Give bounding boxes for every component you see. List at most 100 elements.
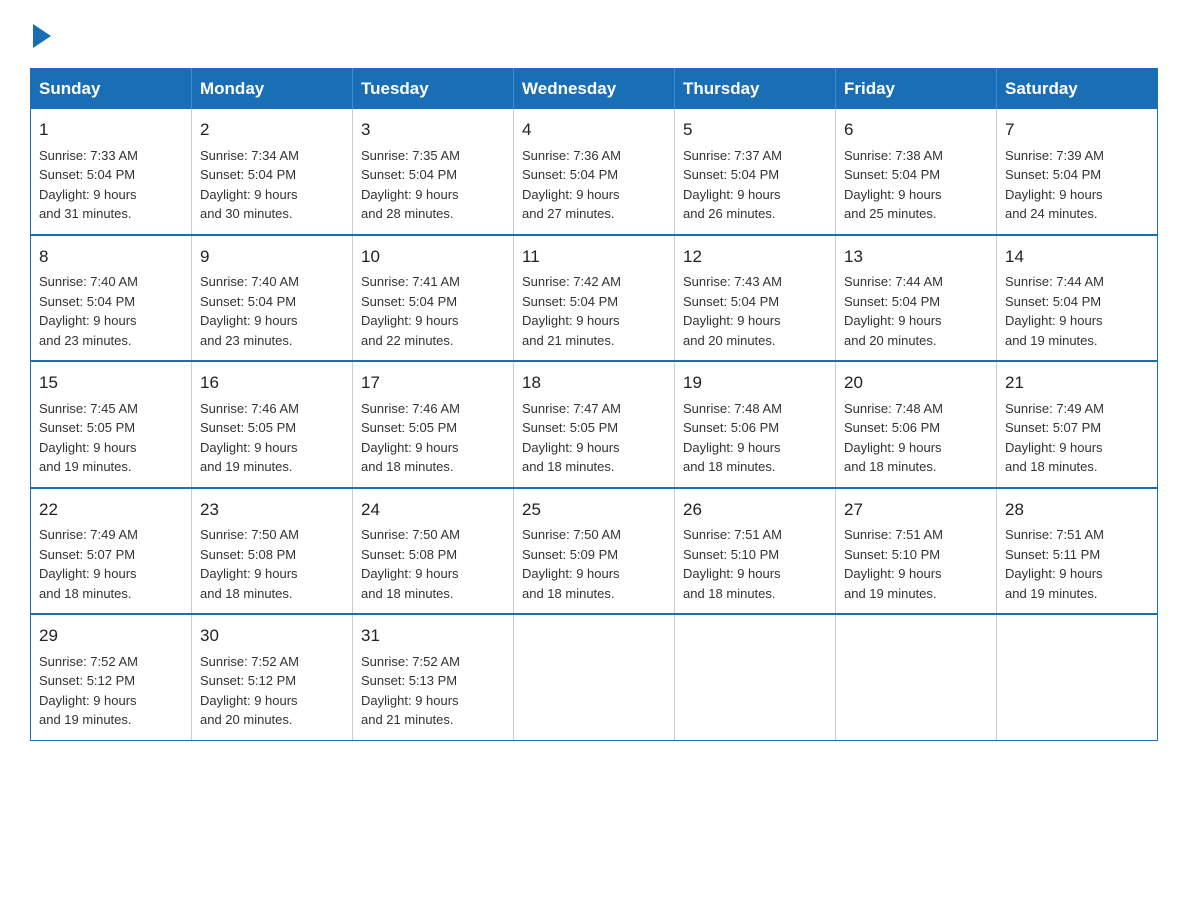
day-number: 10 — [361, 244, 505, 270]
col-header-monday: Monday — [192, 69, 353, 110]
day-number: 6 — [844, 117, 988, 143]
calendar-cell: 30 Sunrise: 7:52 AMSunset: 5:12 PMDaylig… — [192, 614, 353, 740]
day-info: Sunrise: 7:44 AMSunset: 5:04 PMDaylight:… — [1005, 272, 1149, 350]
logo — [30, 20, 54, 48]
calendar-table: SundayMondayTuesdayWednesdayThursdayFrid… — [30, 68, 1158, 741]
calendar-week-row: 15 Sunrise: 7:45 AMSunset: 5:05 PMDaylig… — [31, 361, 1158, 488]
day-number: 20 — [844, 370, 988, 396]
calendar-cell: 25 Sunrise: 7:50 AMSunset: 5:09 PMDaylig… — [514, 488, 675, 615]
day-info: Sunrise: 7:43 AMSunset: 5:04 PMDaylight:… — [683, 272, 827, 350]
day-info: Sunrise: 7:49 AMSunset: 5:07 PMDaylight:… — [1005, 399, 1149, 477]
calendar-cell: 14 Sunrise: 7:44 AMSunset: 5:04 PMDaylig… — [997, 235, 1158, 362]
day-number: 17 — [361, 370, 505, 396]
day-number: 5 — [683, 117, 827, 143]
day-info: Sunrise: 7:51 AMSunset: 5:10 PMDaylight:… — [683, 525, 827, 603]
col-header-sunday: Sunday — [31, 69, 192, 110]
col-header-saturday: Saturday — [997, 69, 1158, 110]
calendar-cell: 16 Sunrise: 7:46 AMSunset: 5:05 PMDaylig… — [192, 361, 353, 488]
day-info: Sunrise: 7:46 AMSunset: 5:05 PMDaylight:… — [200, 399, 344, 477]
day-info: Sunrise: 7:38 AMSunset: 5:04 PMDaylight:… — [844, 146, 988, 224]
day-info: Sunrise: 7:45 AMSunset: 5:05 PMDaylight:… — [39, 399, 183, 477]
calendar-cell: 24 Sunrise: 7:50 AMSunset: 5:08 PMDaylig… — [353, 488, 514, 615]
page-header — [30, 20, 1158, 48]
calendar-cell: 10 Sunrise: 7:41 AMSunset: 5:04 PMDaylig… — [353, 235, 514, 362]
day-number: 19 — [683, 370, 827, 396]
calendar-cell: 5 Sunrise: 7:37 AMSunset: 5:04 PMDayligh… — [675, 109, 836, 235]
day-info: Sunrise: 7:50 AMSunset: 5:08 PMDaylight:… — [200, 525, 344, 603]
day-number: 2 — [200, 117, 344, 143]
calendar-cell: 27 Sunrise: 7:51 AMSunset: 5:10 PMDaylig… — [836, 488, 997, 615]
day-number: 29 — [39, 623, 183, 649]
calendar-cell: 22 Sunrise: 7:49 AMSunset: 5:07 PMDaylig… — [31, 488, 192, 615]
day-info: Sunrise: 7:41 AMSunset: 5:04 PMDaylight:… — [361, 272, 505, 350]
calendar-cell: 21 Sunrise: 7:49 AMSunset: 5:07 PMDaylig… — [997, 361, 1158, 488]
day-number: 31 — [361, 623, 505, 649]
day-number: 16 — [200, 370, 344, 396]
day-number: 22 — [39, 497, 183, 523]
day-number: 18 — [522, 370, 666, 396]
day-info: Sunrise: 7:48 AMSunset: 5:06 PMDaylight:… — [683, 399, 827, 477]
calendar-cell: 11 Sunrise: 7:42 AMSunset: 5:04 PMDaylig… — [514, 235, 675, 362]
calendar-cell: 20 Sunrise: 7:48 AMSunset: 5:06 PMDaylig… — [836, 361, 997, 488]
calendar-cell: 29 Sunrise: 7:52 AMSunset: 5:12 PMDaylig… — [31, 614, 192, 740]
calendar-cell: 28 Sunrise: 7:51 AMSunset: 5:11 PMDaylig… — [997, 488, 1158, 615]
day-number: 24 — [361, 497, 505, 523]
day-number: 21 — [1005, 370, 1149, 396]
day-info: Sunrise: 7:48 AMSunset: 5:06 PMDaylight:… — [844, 399, 988, 477]
day-number: 23 — [200, 497, 344, 523]
logo-line1 — [30, 20, 54, 48]
logo-triangle-icon — [33, 24, 51, 48]
day-number: 8 — [39, 244, 183, 270]
day-number: 15 — [39, 370, 183, 396]
calendar-cell: 19 Sunrise: 7:48 AMSunset: 5:06 PMDaylig… — [675, 361, 836, 488]
day-info: Sunrise: 7:39 AMSunset: 5:04 PMDaylight:… — [1005, 146, 1149, 224]
day-number: 12 — [683, 244, 827, 270]
day-number: 25 — [522, 497, 666, 523]
day-number: 4 — [522, 117, 666, 143]
day-info: Sunrise: 7:34 AMSunset: 5:04 PMDaylight:… — [200, 146, 344, 224]
day-number: 3 — [361, 117, 505, 143]
day-info: Sunrise: 7:50 AMSunset: 5:09 PMDaylight:… — [522, 525, 666, 603]
day-info: Sunrise: 7:52 AMSunset: 5:12 PMDaylight:… — [200, 652, 344, 730]
calendar-header-row: SundayMondayTuesdayWednesdayThursdayFrid… — [31, 69, 1158, 110]
day-info: Sunrise: 7:33 AMSunset: 5:04 PMDaylight:… — [39, 146, 183, 224]
day-info: Sunrise: 7:49 AMSunset: 5:07 PMDaylight:… — [39, 525, 183, 603]
day-number: 11 — [522, 244, 666, 270]
calendar-cell: 8 Sunrise: 7:40 AMSunset: 5:04 PMDayligh… — [31, 235, 192, 362]
col-header-wednesday: Wednesday — [514, 69, 675, 110]
day-info: Sunrise: 7:35 AMSunset: 5:04 PMDaylight:… — [361, 146, 505, 224]
calendar-cell: 7 Sunrise: 7:39 AMSunset: 5:04 PMDayligh… — [997, 109, 1158, 235]
day-number: 14 — [1005, 244, 1149, 270]
day-info: Sunrise: 7:51 AMSunset: 5:11 PMDaylight:… — [1005, 525, 1149, 603]
col-header-tuesday: Tuesday — [353, 69, 514, 110]
day-info: Sunrise: 7:37 AMSunset: 5:04 PMDaylight:… — [683, 146, 827, 224]
calendar-cell: 13 Sunrise: 7:44 AMSunset: 5:04 PMDaylig… — [836, 235, 997, 362]
calendar-cell: 1 Sunrise: 7:33 AMSunset: 5:04 PMDayligh… — [31, 109, 192, 235]
calendar-cell: 9 Sunrise: 7:40 AMSunset: 5:04 PMDayligh… — [192, 235, 353, 362]
calendar-week-row: 22 Sunrise: 7:49 AMSunset: 5:07 PMDaylig… — [31, 488, 1158, 615]
calendar-cell: 18 Sunrise: 7:47 AMSunset: 5:05 PMDaylig… — [514, 361, 675, 488]
col-header-friday: Friday — [836, 69, 997, 110]
calendar-cell: 6 Sunrise: 7:38 AMSunset: 5:04 PMDayligh… — [836, 109, 997, 235]
calendar-cell: 31 Sunrise: 7:52 AMSunset: 5:13 PMDaylig… — [353, 614, 514, 740]
day-info: Sunrise: 7:44 AMSunset: 5:04 PMDaylight:… — [844, 272, 988, 350]
calendar-cell — [514, 614, 675, 740]
calendar-cell: 2 Sunrise: 7:34 AMSunset: 5:04 PMDayligh… — [192, 109, 353, 235]
day-number: 13 — [844, 244, 988, 270]
day-info: Sunrise: 7:50 AMSunset: 5:08 PMDaylight:… — [361, 525, 505, 603]
calendar-cell — [675, 614, 836, 740]
calendar-cell — [997, 614, 1158, 740]
day-info: Sunrise: 7:52 AMSunset: 5:12 PMDaylight:… — [39, 652, 183, 730]
day-number: 9 — [200, 244, 344, 270]
calendar-cell: 17 Sunrise: 7:46 AMSunset: 5:05 PMDaylig… — [353, 361, 514, 488]
calendar-cell: 26 Sunrise: 7:51 AMSunset: 5:10 PMDaylig… — [675, 488, 836, 615]
day-number: 27 — [844, 497, 988, 523]
day-info: Sunrise: 7:47 AMSunset: 5:05 PMDaylight:… — [522, 399, 666, 477]
day-info: Sunrise: 7:52 AMSunset: 5:13 PMDaylight:… — [361, 652, 505, 730]
calendar-cell: 23 Sunrise: 7:50 AMSunset: 5:08 PMDaylig… — [192, 488, 353, 615]
day-number: 1 — [39, 117, 183, 143]
day-info: Sunrise: 7:46 AMSunset: 5:05 PMDaylight:… — [361, 399, 505, 477]
day-number: 28 — [1005, 497, 1149, 523]
day-info: Sunrise: 7:51 AMSunset: 5:10 PMDaylight:… — [844, 525, 988, 603]
calendar-cell: 3 Sunrise: 7:35 AMSunset: 5:04 PMDayligh… — [353, 109, 514, 235]
